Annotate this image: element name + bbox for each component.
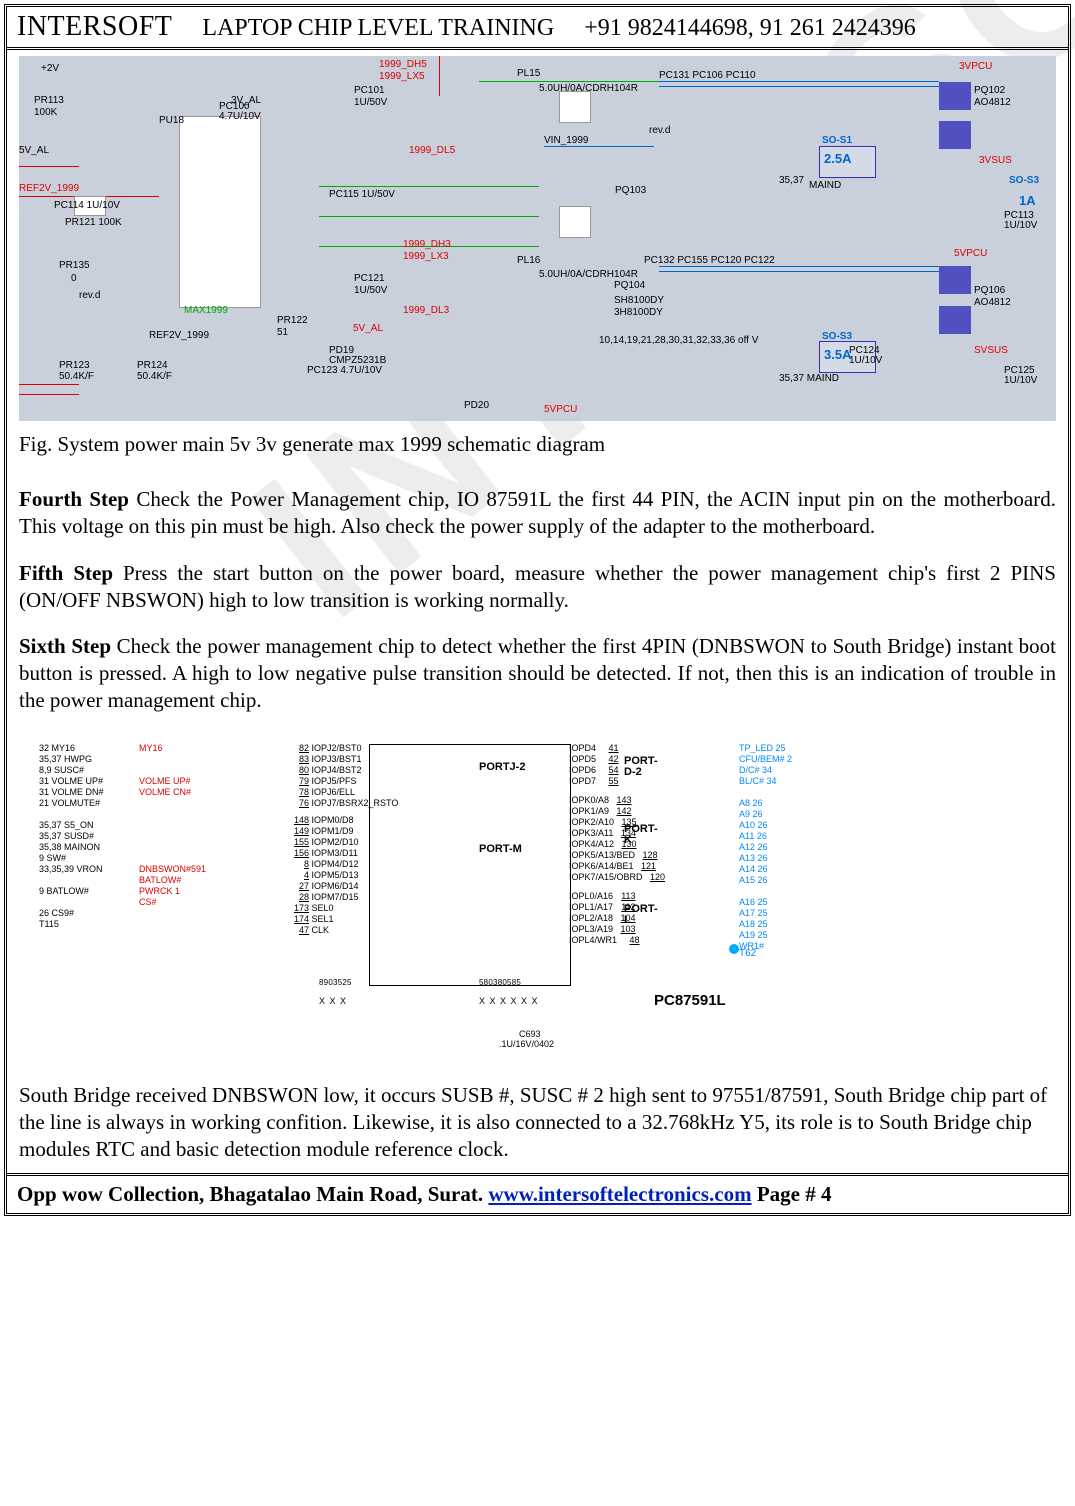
page-header: INTERSOFT LAPTOP CHIP LEVEL TRAINING +91… xyxy=(7,7,1068,50)
fifth-step-para: Fifth Step Press the start button on the… xyxy=(19,560,1056,614)
fifth-step-label: Fifth Step xyxy=(19,561,113,585)
fourth-step-para: Fourth Step Check the Power Management c… xyxy=(19,486,1056,540)
fourth-step-label: Fourth Step xyxy=(19,487,129,511)
footer-page: Page # 4 xyxy=(757,1182,832,1206)
schematic-pc87591l: PORTJ-2 PORT-M PORT-D-2 PORT-K PORT-L 82… xyxy=(19,734,1056,1064)
chip-name: PC87591L xyxy=(654,992,726,1009)
footer-link[interactable]: www.intersoftelectronics.com xyxy=(488,1182,751,1206)
brand: INTERSOFT xyxy=(17,11,172,43)
sixth-step-para: Sixth Step Check the power management ch… xyxy=(19,633,1056,714)
doc-title: LAPTOP CHIP LEVEL TRAINING xyxy=(202,15,554,42)
schematic-power-main: +2V 3V_AL 1999_DH5 1999_LX5 PL15 5.0UH/0… xyxy=(19,56,1056,421)
page-footer: Opp wow Collection, Bhagatalao Main Road… xyxy=(7,1173,1068,1213)
phones: +91 9824144698, 91 261 2424396 xyxy=(584,15,916,42)
figure-caption-1: Fig. System power main 5v 3v generate ma… xyxy=(19,431,1056,458)
footer-address: Opp wow Collection, Bhagatalao Main Road… xyxy=(17,1182,488,1206)
south-bridge-para: South Bridge received DNBSWON low, it oc… xyxy=(19,1082,1056,1163)
sixth-step-label: Sixth Step xyxy=(19,634,111,658)
